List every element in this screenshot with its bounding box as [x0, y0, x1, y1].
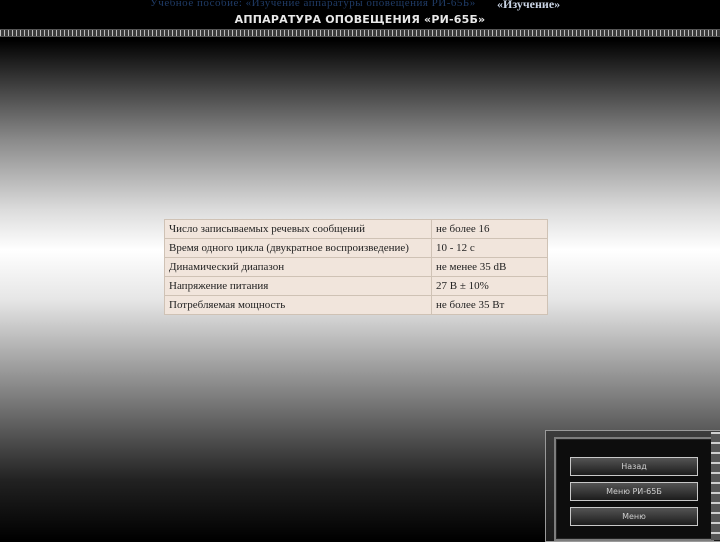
table-row: Число записываемых речевых сообщений не …	[165, 220, 547, 238]
ruler-divider	[0, 29, 720, 37]
main-menu-button[interactable]: Меню	[570, 507, 698, 526]
navigation-panel: Назад Меню РИ-65Б Меню	[545, 430, 720, 542]
table-row: Время одного цикла (двукратное воспроизв…	[165, 239, 547, 257]
value-cell: 10 - 12 с	[432, 239, 547, 257]
mode-label: «Изучение»	[497, 0, 561, 11]
value-cell: не более 16	[432, 220, 547, 238]
navigation-panel-frame: Назад Меню РИ-65Б Меню	[554, 437, 714, 541]
header-bar: Учебное пособие: «Изучение аппаратуры оп…	[0, 0, 720, 37]
value-cell: не менее 35 dB	[432, 258, 547, 276]
table-row: Напряжение питания 27 В ± 10%	[165, 277, 547, 295]
back-button[interactable]: Назад	[570, 457, 698, 476]
param-cell: Напряжение питания	[165, 277, 431, 295]
header-faded-text: Учебное пособие: «Изучение аппаратуры оп…	[150, 0, 476, 9]
value-cell: 27 В ± 10%	[432, 277, 547, 295]
page-title: АППАРАТУРА ОПОВЕЩЕНИЯ «РИ-65Б»	[234, 13, 486, 26]
table-row: Потребляемая мощность не более 35 Вт	[165, 296, 547, 314]
value-cell: не более 35 Вт	[432, 296, 547, 314]
param-cell: Время одного цикла (двукратное воспроизв…	[165, 239, 431, 257]
param-cell: Динамический диапазон	[165, 258, 431, 276]
device-menu-button[interactable]: Меню РИ-65Б	[570, 482, 698, 501]
side-rail	[711, 432, 720, 540]
param-cell: Число записываемых речевых сообщений	[165, 220, 431, 238]
param-cell: Потребляемая мощность	[165, 296, 431, 314]
table-row: Динамический диапазон не менее 35 dB	[165, 258, 547, 276]
specs-table: Число записываемых речевых сообщений не …	[164, 219, 548, 315]
